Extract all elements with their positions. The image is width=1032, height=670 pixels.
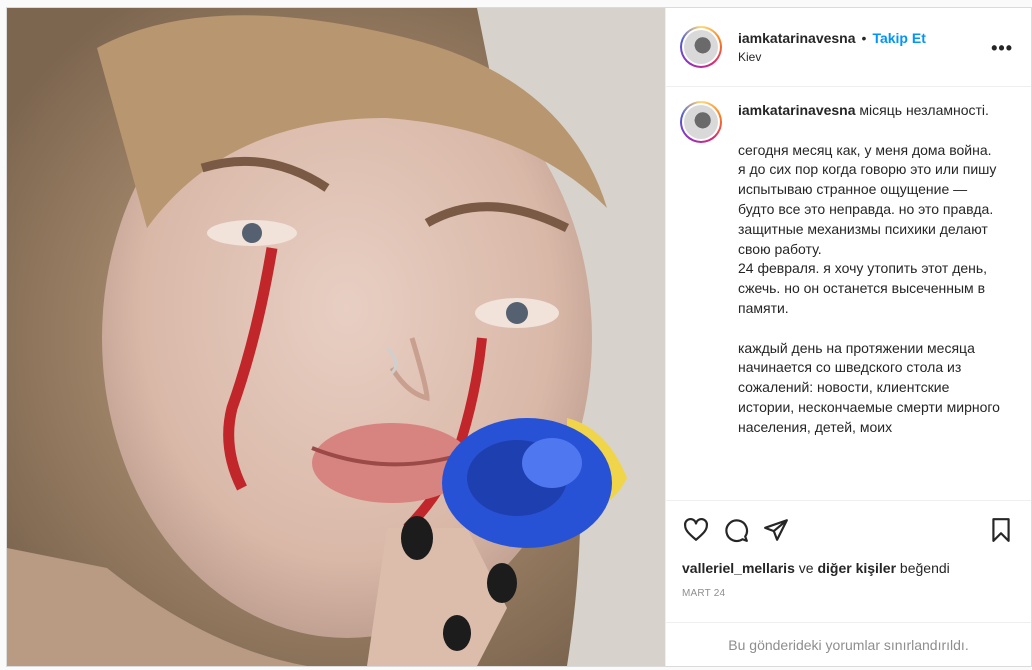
- header-text: iamkatarinavesna • Takip Et Kiev: [738, 30, 926, 64]
- avatar-image: [684, 30, 718, 64]
- likes-summary: valleriel_mellaris ve diğer kişiler beğe…: [666, 558, 1031, 586]
- others-link[interactable]: diğer kişiler: [817, 560, 896, 576]
- post-header: iamkatarinavesna • Takip Et Kiev •••: [666, 8, 1031, 87]
- post-sidebar: iamkatarinavesna • Takip Et Kiev ••• iam…: [665, 8, 1031, 666]
- separator-dot: •: [861, 30, 867, 46]
- heart-icon[interactable]: [676, 510, 716, 550]
- more-options-button[interactable]: •••: [991, 38, 1013, 59]
- caption-area: iamkatarinavesna місяць незламності. сег…: [666, 87, 1031, 500]
- avatar-image: [684, 105, 718, 139]
- post-photo[interactable]: [7, 8, 665, 666]
- bookmark-icon[interactable]: [981, 510, 1021, 550]
- comment-icon[interactable]: [716, 510, 756, 550]
- post-date[interactable]: MART 24: [666, 586, 1031, 622]
- likes-suffix: beğendi: [896, 560, 950, 576]
- header-row: iamkatarinavesna • Takip Et: [738, 30, 926, 46]
- post-card: iamkatarinavesna • Takip Et Kiev ••• iam…: [6, 7, 1032, 667]
- caption-text: iamkatarinavesna місяць незламності. сег…: [738, 101, 1000, 500]
- location-link[interactable]: Kiev: [738, 50, 926, 64]
- avatar-ring: [682, 28, 720, 66]
- avatar-ring: [682, 103, 720, 141]
- paper-plane-icon[interactable]: [756, 510, 796, 550]
- action-bar: [666, 500, 1031, 558]
- photo-illustration: [7, 8, 665, 666]
- caption-body: місяць незламності. сегодня месяц как, у…: [738, 102, 1000, 435]
- liker-username[interactable]: valleriel_mellaris: [682, 560, 795, 576]
- comments-restricted-notice: Bu gönderideki yorumlar sınırlandırıldı.: [666, 622, 1031, 666]
- caption-avatar[interactable]: [680, 101, 722, 143]
- caption-username[interactable]: iamkatarinavesna: [738, 102, 856, 118]
- author-avatar[interactable]: [680, 26, 722, 68]
- follow-button[interactable]: Takip Et: [872, 30, 925, 46]
- likes-middle: ve: [794, 560, 818, 576]
- author-username[interactable]: iamkatarinavesna: [738, 30, 856, 46]
